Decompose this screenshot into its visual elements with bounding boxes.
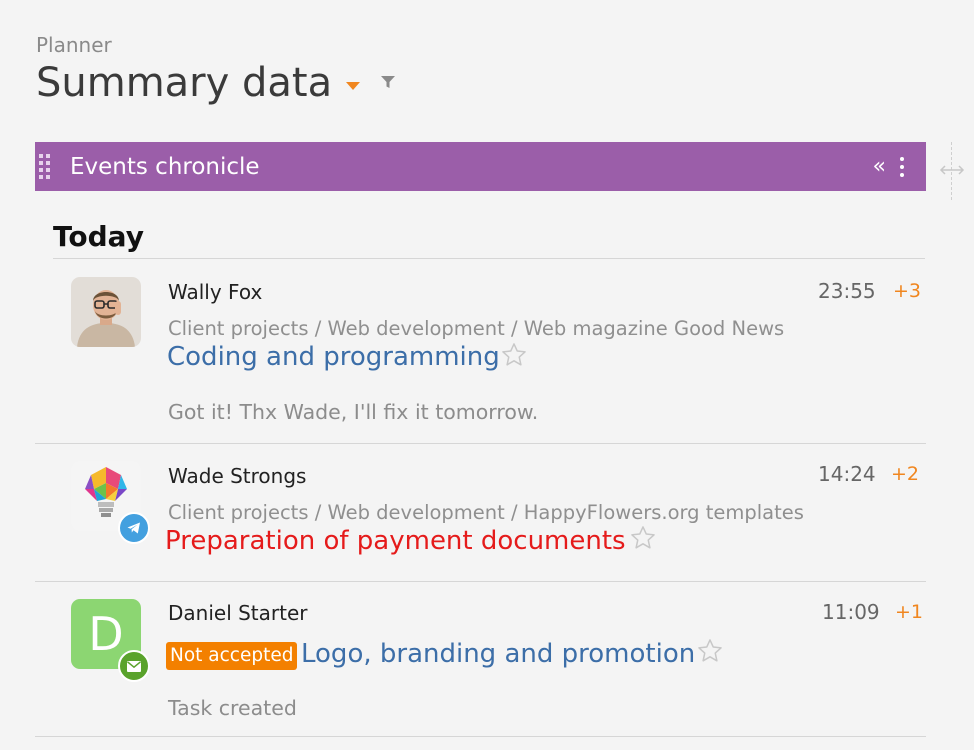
status-badge: Not accepted [166, 642, 298, 670]
section-title-today: Today [53, 220, 144, 253]
star-icon[interactable] [629, 524, 657, 556]
chevron-down-icon[interactable] [346, 82, 361, 90]
divider [35, 736, 926, 737]
more-events-count[interactable]: +3 [893, 280, 921, 302]
page-title-row: Summary data [36, 58, 396, 108]
author-name[interactable]: Wally Fox [168, 280, 262, 304]
star-icon[interactable] [696, 637, 724, 669]
page-title: Summary data [36, 60, 333, 106]
divider [53, 258, 925, 259]
more-vertical-icon[interactable] [900, 156, 904, 177]
task-title[interactable]: Coding and programming [167, 342, 500, 372]
task-title[interactable]: Preparation of payment documents [165, 526, 626, 556]
email-icon [118, 650, 150, 682]
resize-handle[interactable] [939, 142, 965, 200]
author-name[interactable]: Daniel Starter [168, 601, 308, 625]
resize-arrows-icon [939, 165, 965, 175]
more-events-count[interactable]: +2 [891, 463, 919, 485]
comment-text: Got it! Thx Wade, I'll fix it tomorrow. [168, 400, 539, 424]
breadcrumb[interactable]: Planner [36, 33, 112, 57]
divider [35, 443, 926, 444]
panel-title: Events chronicle [70, 153, 260, 180]
filter-icon[interactable] [380, 74, 396, 94]
more-events-count[interactable]: +1 [895, 601, 923, 623]
divider [35, 581, 926, 582]
drag-handle-icon[interactable] [39, 154, 53, 180]
event-time: 23:55 [818, 279, 876, 303]
event-time: 14:24 [818, 462, 876, 486]
collapse-icon[interactable]: « [873, 155, 886, 177]
star-icon[interactable] [500, 341, 528, 373]
avatar[interactable] [71, 277, 141, 347]
telegram-icon [118, 512, 150, 544]
event-time: 11:09 [822, 600, 880, 624]
events-chronicle-header: Events chronicle « [35, 142, 926, 191]
task-title[interactable]: Logo, branding and promotion [301, 639, 695, 669]
project-path[interactable]: Client projects / Web development / Web … [168, 317, 784, 340]
comment-text: Task created [168, 696, 297, 720]
author-name[interactable]: Wade Strongs [168, 464, 306, 488]
project-path[interactable]: Client projects / Web development / Happ… [168, 501, 804, 524]
